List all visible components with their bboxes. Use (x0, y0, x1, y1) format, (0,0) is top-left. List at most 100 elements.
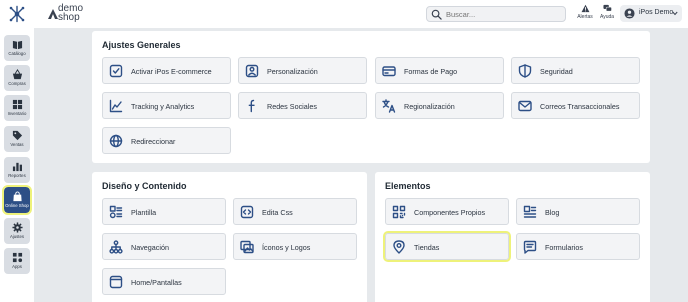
gear-icon (11, 222, 23, 233)
shield-icon (518, 64, 532, 78)
apps-icon (12, 252, 22, 263)
search-box[interactable] (426, 6, 566, 22)
sidebar-label: Online Shop (5, 203, 29, 208)
personalize-icon (245, 64, 259, 78)
card-blog[interactable]: Blog (516, 198, 640, 225)
card-icons-logos[interactable]: Íconos y Logos (233, 233, 357, 260)
elements-title: Elementos (385, 181, 431, 191)
sidebar-label: Apps (12, 264, 22, 269)
card-tracking-analytics[interactable]: Tracking y Analytics (102, 92, 231, 119)
card-label: Íconos y Logos (262, 243, 311, 252)
card-edit-css[interactable]: Edita Css (233, 198, 357, 225)
card-navigation[interactable]: Navegación (102, 233, 226, 260)
qr-icon (392, 205, 406, 219)
inventory-icon (12, 99, 22, 110)
search-input[interactable] (446, 8, 561, 20)
globe-icon (109, 134, 123, 148)
mail-icon (518, 100, 532, 112)
card-label: Tiendas (414, 243, 440, 252)
card-label: Tracking y Analytics (131, 102, 195, 111)
card-label: Activar iPos E-commerce (131, 67, 212, 76)
sidebar-label: Reportes (8, 173, 26, 178)
card-activate-ecommerce[interactable]: Activar iPos E-commerce (102, 57, 231, 84)
chevron-down-icon (672, 11, 678, 16)
form-icon (523, 240, 537, 254)
network-app-icon[interactable] (8, 5, 26, 23)
code-icon (240, 205, 254, 219)
user-menu-button[interactable]: iPos Demo (620, 5, 682, 22)
card-custom-components[interactable]: Componentes Propios (385, 198, 509, 225)
card-label: Redireccionar (131, 137, 176, 146)
tag-icon (12, 130, 22, 141)
bar-chart-icon (12, 162, 22, 172)
card-payment-methods[interactable]: Formas de Pago (375, 57, 504, 84)
alerts-button[interactable]: Alertas (574, 4, 596, 24)
sidebar-item-inventario[interactable]: Inventario (4, 95, 30, 121)
alerts-label: Alertas (577, 14, 593, 20)
card-label: Plantilla (131, 208, 157, 217)
shopping-bag-icon (12, 191, 22, 202)
sidebar-item-ventas[interactable]: Ventas (4, 126, 30, 152)
basket-icon (12, 69, 22, 80)
sidebar-item-reportes[interactable]: Reportes (4, 157, 30, 183)
sidebar-item-online-shop[interactable]: Online Shop (2, 185, 32, 215)
credit-card-icon (382, 66, 396, 77)
location-pin-icon (393, 240, 405, 254)
card-label: Blog (545, 208, 560, 217)
card-social-networks[interactable]: Redes Sociales (238, 92, 367, 119)
sidebar-item-catalogo[interactable]: Catálogo (4, 35, 30, 61)
card-label: Formas de Pago (404, 67, 458, 76)
sidebar-item-compras[interactable]: Compras (4, 65, 30, 91)
sidebar-item-apps[interactable]: Apps (4, 248, 30, 274)
card-label: Edita Css (262, 208, 293, 217)
elements-panel: Elementos Componentes Propios Blog Tiend… (375, 172, 650, 302)
book-icon (12, 40, 22, 50)
logo-text: demo shop (58, 4, 83, 23)
check-square-icon (109, 64, 123, 78)
card-forms[interactable]: Formularios (516, 233, 640, 260)
card-label: Componentes Propios (414, 208, 486, 217)
sidebar-label: Inventario (7, 111, 27, 116)
card-redirect[interactable]: Redireccionar (102, 127, 231, 154)
main-content: Ajustes Generales Activar iPos E-commerc… (34, 28, 688, 302)
search-icon (431, 9, 442, 20)
template-icon (109, 205, 123, 219)
sitemap-icon (109, 240, 123, 254)
logo-line-2: shop (58, 12, 80, 23)
card-label: Formularios (545, 243, 583, 252)
top-bar: demo shop Alertas Ayuda iPos Demo (0, 0, 688, 28)
blog-icon (523, 205, 537, 218)
help-button[interactable]: Ayuda (596, 4, 618, 24)
line-chart-icon (109, 99, 123, 113)
chat-help-icon (602, 4, 612, 12)
card-home-screens[interactable]: Home/Pantallas (102, 268, 226, 295)
card-label: Redes Sociales (267, 102, 317, 111)
card-personalization[interactable]: Personalización (238, 57, 367, 84)
card-label: Personalización (267, 67, 318, 76)
translate-icon (382, 99, 396, 113)
card-stores[interactable]: Tiendas (383, 231, 511, 262)
card-label: Home/Pantallas (131, 278, 182, 287)
card-label: Correos Transaccionales (540, 102, 620, 111)
sidebar-item-ajustes[interactable]: Ajustes (4, 218, 30, 244)
help-label: Ayuda (599, 14, 615, 20)
card-label: Seguridad (540, 67, 573, 76)
demo-shop-logo[interactable]: demo shop (46, 4, 94, 26)
design-content-title: Diseño y Contenido (102, 181, 187, 191)
card-label: Regionalización (404, 102, 455, 111)
card-security[interactable]: Seguridad (511, 57, 640, 84)
images-icon (240, 240, 254, 254)
sidebar-label: Ajustes (9, 234, 25, 239)
sidebar: Catálogo Compras Inventario Ventas Repor… (0, 28, 34, 302)
sidebar-label: Ventas (10, 142, 24, 147)
alert-icon (581, 4, 589, 13)
user-avatar-icon (624, 8, 635, 19)
design-content-panel: Diseño y Contenido Plantilla Edita Css N… (92, 172, 367, 302)
card-template[interactable]: Plantilla (102, 198, 226, 225)
card-regionalization[interactable]: Regionalización (375, 92, 504, 119)
sidebar-label: Compras (8, 81, 26, 86)
user-name: iPos Demo (639, 9, 674, 16)
sidebar-label: Catálogo (8, 51, 26, 56)
card-label: Navegación (131, 243, 169, 252)
card-transactional-emails[interactable]: Correos Transaccionales (511, 92, 640, 119)
